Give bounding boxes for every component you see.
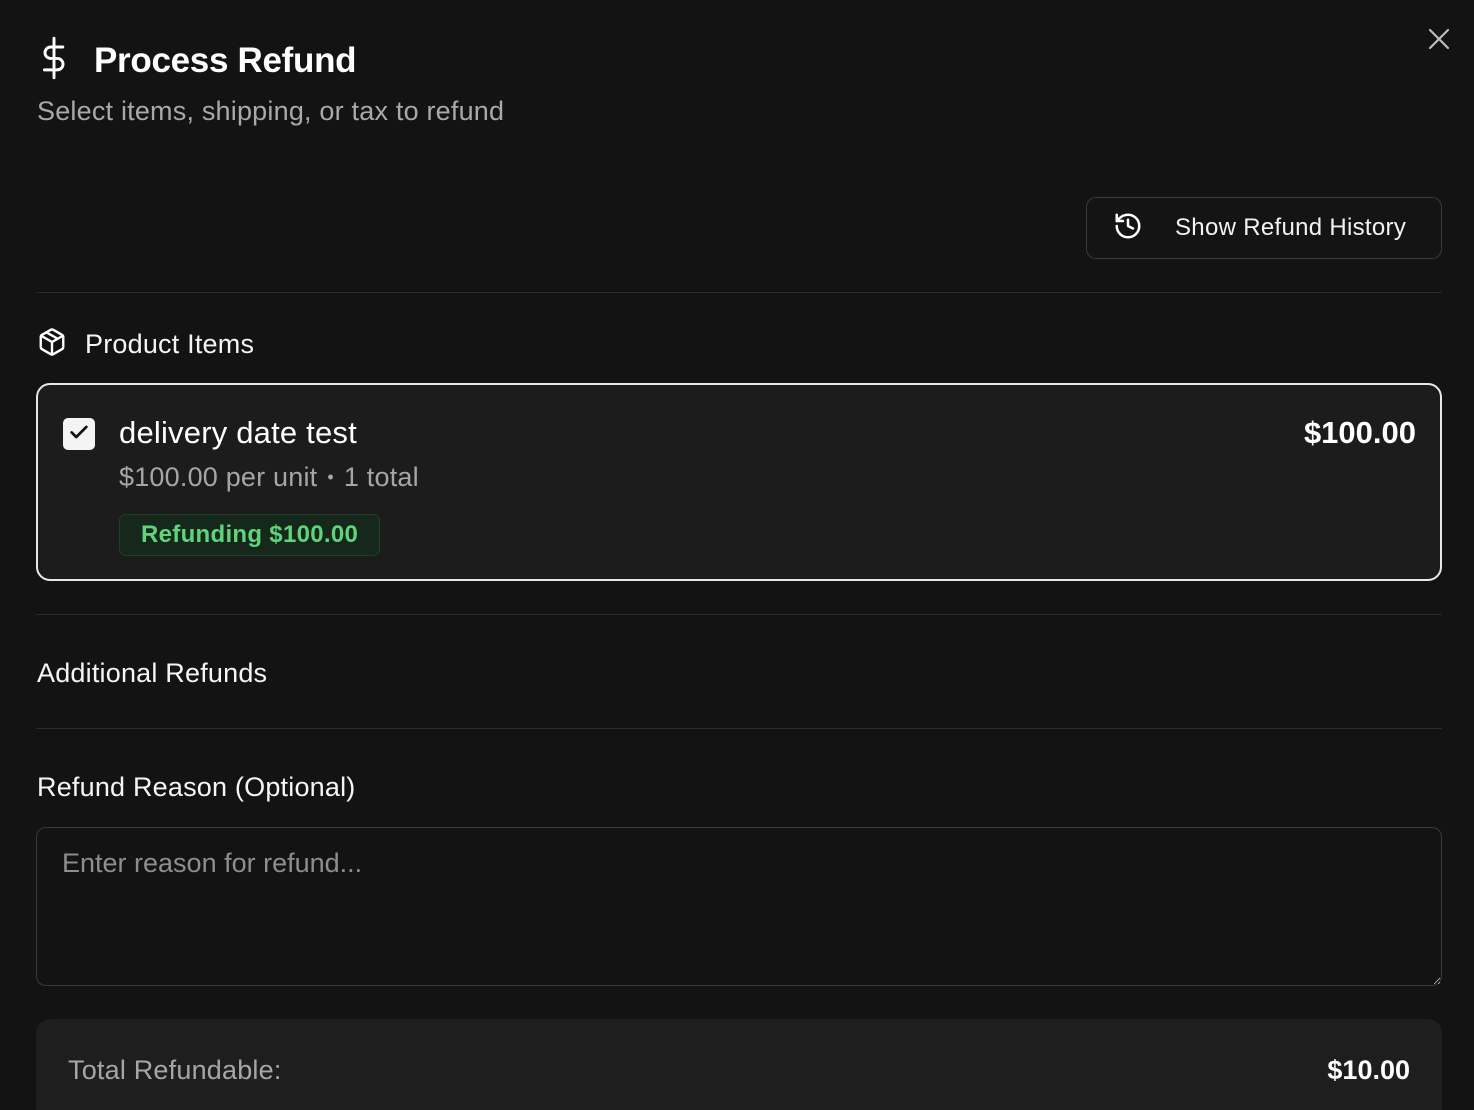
- section-title: Product Items: [85, 329, 255, 359]
- refund-summary: Total Refundable: $10.00: [36, 1019, 1442, 1110]
- item-name: delivery date test: [119, 415, 357, 450]
- product-item-card[interactable]: delivery date test $100.00 per unit • 1 …: [36, 383, 1442, 581]
- meta-separator: •: [327, 467, 334, 487]
- dialog-subtitle: Select items, shipping, or tax to refund: [37, 96, 505, 126]
- dialog-header: Process Refund: [36, 36, 357, 85]
- divider: [36, 614, 1442, 615]
- history-icon: [1113, 211, 1143, 246]
- item-checkbox[interactable]: [63, 418, 95, 450]
- package-icon: [37, 326, 67, 363]
- refund-reason-input[interactable]: [36, 827, 1442, 986]
- divider: [36, 292, 1442, 293]
- dollar-icon: [36, 36, 72, 85]
- total-refundable-value: $10.00: [1327, 1055, 1410, 1085]
- total-refundable-label: Total Refundable:: [68, 1055, 282, 1085]
- additional-refunds-heading: Additional Refunds: [37, 658, 268, 688]
- refund-reason-label: Refund Reason (Optional): [37, 772, 356, 802]
- refund-dialog: Process Refund Select items, shipping, o…: [0, 0, 1474, 1110]
- close-button[interactable]: [1424, 26, 1454, 56]
- item-meta: $100.00 per unit • 1 total: [119, 462, 419, 493]
- product-items-heading: Product Items: [37, 326, 254, 363]
- history-button-label: Show Refund History: [1175, 214, 1407, 241]
- item-price: $100.00: [1303, 415, 1416, 450]
- item-quantity: 1 total: [343, 462, 419, 492]
- show-refund-history-button[interactable]: Show Refund History: [1086, 197, 1442, 259]
- check-icon: [68, 421, 90, 448]
- refund-badge: Refunding $100.00: [119, 514, 381, 556]
- close-icon: [1427, 27, 1451, 56]
- item-unit-price: $100.00 per unit: [119, 462, 318, 492]
- divider: [36, 728, 1442, 729]
- page-title: Process Refund: [94, 40, 357, 80]
